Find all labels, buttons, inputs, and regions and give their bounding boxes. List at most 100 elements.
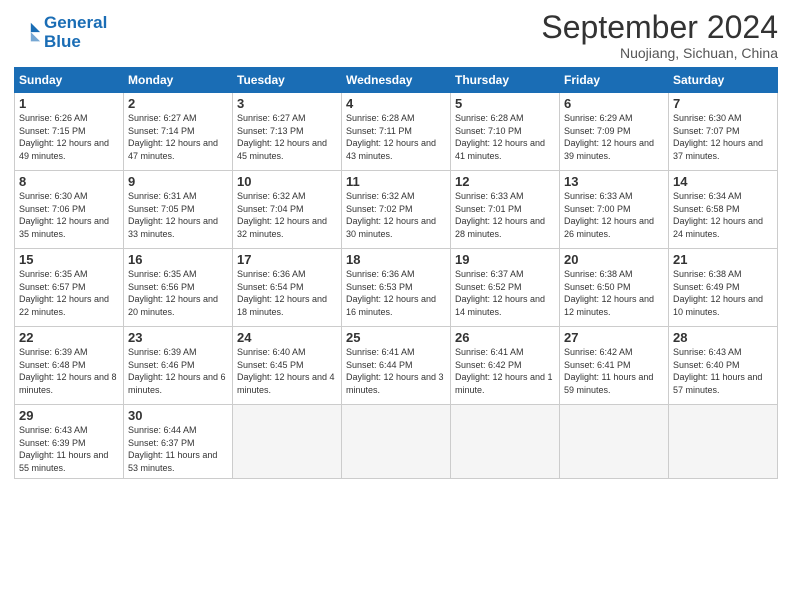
day-info: Sunrise: 6:36 AMSunset: 6:53 PMDaylight:… <box>346 269 436 317</box>
calendar-cell: 14 Sunrise: 6:34 AMSunset: 6:58 PMDaylig… <box>669 171 778 249</box>
day-info: Sunrise: 6:37 AMSunset: 6:52 PMDaylight:… <box>455 269 545 317</box>
calendar-cell: 20 Sunrise: 6:38 AMSunset: 6:50 PMDaylig… <box>560 249 669 327</box>
calendar-cell: 11 Sunrise: 6:32 AMSunset: 7:02 PMDaylig… <box>342 171 451 249</box>
location-subtitle: Nuojiang, Sichuan, China <box>541 45 778 61</box>
day-info: Sunrise: 6:30 AMSunset: 7:07 PMDaylight:… <box>673 113 763 161</box>
day-number: 8 <box>19 174 119 189</box>
day-number: 15 <box>19 252 119 267</box>
day-number: 23 <box>128 330 228 345</box>
header: General Blue September 2024 Nuojiang, Si… <box>14 10 778 61</box>
weekday-header: Thursday <box>451 68 560 93</box>
day-info: Sunrise: 6:34 AMSunset: 6:58 PMDaylight:… <box>673 191 763 239</box>
day-number: 2 <box>128 96 228 111</box>
day-number: 13 <box>564 174 664 189</box>
day-number: 27 <box>564 330 664 345</box>
calendar-cell: 23 Sunrise: 6:39 AMSunset: 6:46 PMDaylig… <box>124 327 233 405</box>
day-number: 11 <box>346 174 446 189</box>
day-number: 9 <box>128 174 228 189</box>
calendar-row: 29 Sunrise: 6:43 AMSunset: 6:39 PMDaylig… <box>15 405 778 478</box>
day-info: Sunrise: 6:41 AMSunset: 6:44 PMDaylight:… <box>346 347 444 395</box>
calendar-cell: 18 Sunrise: 6:36 AMSunset: 6:53 PMDaylig… <box>342 249 451 327</box>
day-number: 26 <box>455 330 555 345</box>
day-number: 24 <box>237 330 337 345</box>
weekday-header: Wednesday <box>342 68 451 93</box>
weekday-header: Monday <box>124 68 233 93</box>
calendar-cell: 5 Sunrise: 6:28 AMSunset: 7:10 PMDayligh… <box>451 93 560 171</box>
day-number: 20 <box>564 252 664 267</box>
calendar-cell: 28 Sunrise: 6:43 AMSunset: 6:40 PMDaylig… <box>669 327 778 405</box>
day-number: 6 <box>564 96 664 111</box>
day-info: Sunrise: 6:40 AMSunset: 6:45 PMDaylight:… <box>237 347 335 395</box>
calendar-cell: 17 Sunrise: 6:36 AMSunset: 6:54 PMDaylig… <box>233 249 342 327</box>
title-area: September 2024 Nuojiang, Sichuan, China <box>541 10 778 61</box>
calendar-cell <box>342 405 451 478</box>
month-title: September 2024 <box>541 10 778 45</box>
day-info: Sunrise: 6:33 AMSunset: 7:01 PMDaylight:… <box>455 191 545 239</box>
day-number: 4 <box>346 96 446 111</box>
page-container: General Blue September 2024 Nuojiang, Si… <box>0 0 792 489</box>
calendar-cell: 21 Sunrise: 6:38 AMSunset: 6:49 PMDaylig… <box>669 249 778 327</box>
calendar-cell <box>560 405 669 478</box>
day-info: Sunrise: 6:31 AMSunset: 7:05 PMDaylight:… <box>128 191 218 239</box>
day-number: 10 <box>237 174 337 189</box>
day-info: Sunrise: 6:29 AMSunset: 7:09 PMDaylight:… <box>564 113 654 161</box>
day-info: Sunrise: 6:43 AMSunset: 6:39 PMDaylight:… <box>19 425 108 473</box>
day-info: Sunrise: 6:38 AMSunset: 6:50 PMDaylight:… <box>564 269 654 317</box>
day-info: Sunrise: 6:26 AMSunset: 7:15 PMDaylight:… <box>19 113 109 161</box>
weekday-header: Saturday <box>669 68 778 93</box>
day-info: Sunrise: 6:35 AMSunset: 6:56 PMDaylight:… <box>128 269 218 317</box>
calendar-cell: 12 Sunrise: 6:33 AMSunset: 7:01 PMDaylig… <box>451 171 560 249</box>
day-number: 22 <box>19 330 119 345</box>
day-info: Sunrise: 6:35 AMSunset: 6:57 PMDaylight:… <box>19 269 109 317</box>
day-number: 17 <box>237 252 337 267</box>
day-number: 19 <box>455 252 555 267</box>
day-info: Sunrise: 6:33 AMSunset: 7:00 PMDaylight:… <box>564 191 654 239</box>
day-info: Sunrise: 6:27 AMSunset: 7:14 PMDaylight:… <box>128 113 218 161</box>
calendar-row: 22 Sunrise: 6:39 AMSunset: 6:48 PMDaylig… <box>15 327 778 405</box>
calendar-cell: 24 Sunrise: 6:40 AMSunset: 6:45 PMDaylig… <box>233 327 342 405</box>
calendar-cell: 25 Sunrise: 6:41 AMSunset: 6:44 PMDaylig… <box>342 327 451 405</box>
day-number: 21 <box>673 252 773 267</box>
calendar-cell: 27 Sunrise: 6:42 AMSunset: 6:41 PMDaylig… <box>560 327 669 405</box>
calendar-row: 15 Sunrise: 6:35 AMSunset: 6:57 PMDaylig… <box>15 249 778 327</box>
calendar-cell <box>451 405 560 478</box>
logo: General Blue <box>14 14 107 51</box>
day-info: Sunrise: 6:44 AMSunset: 6:37 PMDaylight:… <box>128 425 217 473</box>
day-number: 29 <box>19 408 119 423</box>
day-info: Sunrise: 6:43 AMSunset: 6:40 PMDaylight:… <box>673 347 762 395</box>
calendar-cell: 4 Sunrise: 6:28 AMSunset: 7:11 PMDayligh… <box>342 93 451 171</box>
day-number: 3 <box>237 96 337 111</box>
day-number: 7 <box>673 96 773 111</box>
calendar-cell: 6 Sunrise: 6:29 AMSunset: 7:09 PMDayligh… <box>560 93 669 171</box>
day-info: Sunrise: 6:41 AMSunset: 6:42 PMDaylight:… <box>455 347 553 395</box>
day-info: Sunrise: 6:28 AMSunset: 7:11 PMDaylight:… <box>346 113 436 161</box>
calendar-cell <box>233 405 342 478</box>
calendar-cell: 3 Sunrise: 6:27 AMSunset: 7:13 PMDayligh… <box>233 93 342 171</box>
day-info: Sunrise: 6:28 AMSunset: 7:10 PMDaylight:… <box>455 113 545 161</box>
calendar-cell <box>669 405 778 478</box>
calendar-cell: 10 Sunrise: 6:32 AMSunset: 7:04 PMDaylig… <box>233 171 342 249</box>
day-number: 1 <box>19 96 119 111</box>
logo-icon <box>14 19 42 47</box>
calendar-row: 8 Sunrise: 6:30 AMSunset: 7:06 PMDayligh… <box>15 171 778 249</box>
calendar-cell: 13 Sunrise: 6:33 AMSunset: 7:00 PMDaylig… <box>560 171 669 249</box>
logo-text: General Blue <box>44 14 107 51</box>
day-info: Sunrise: 6:32 AMSunset: 7:02 PMDaylight:… <box>346 191 436 239</box>
day-info: Sunrise: 6:38 AMSunset: 6:49 PMDaylight:… <box>673 269 763 317</box>
calendar-cell: 29 Sunrise: 6:43 AMSunset: 6:39 PMDaylig… <box>15 405 124 478</box>
weekday-header: Tuesday <box>233 68 342 93</box>
calendar-table: SundayMondayTuesdayWednesdayThursdayFrid… <box>14 67 778 478</box>
day-info: Sunrise: 6:27 AMSunset: 7:13 PMDaylight:… <box>237 113 327 161</box>
calendar-header-row: SundayMondayTuesdayWednesdayThursdayFrid… <box>15 68 778 93</box>
day-number: 30 <box>128 408 228 423</box>
calendar-cell: 30 Sunrise: 6:44 AMSunset: 6:37 PMDaylig… <box>124 405 233 478</box>
calendar-cell: 2 Sunrise: 6:27 AMSunset: 7:14 PMDayligh… <box>124 93 233 171</box>
day-info: Sunrise: 6:39 AMSunset: 6:48 PMDaylight:… <box>19 347 117 395</box>
day-number: 5 <box>455 96 555 111</box>
calendar-row: 1 Sunrise: 6:26 AMSunset: 7:15 PMDayligh… <box>15 93 778 171</box>
calendar-cell: 9 Sunrise: 6:31 AMSunset: 7:05 PMDayligh… <box>124 171 233 249</box>
calendar-cell: 15 Sunrise: 6:35 AMSunset: 6:57 PMDaylig… <box>15 249 124 327</box>
day-number: 14 <box>673 174 773 189</box>
day-number: 12 <box>455 174 555 189</box>
weekday-header: Friday <box>560 68 669 93</box>
